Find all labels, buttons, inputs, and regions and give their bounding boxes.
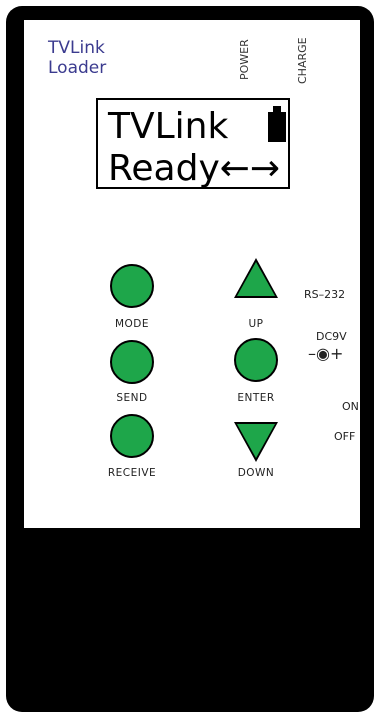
down-label: DOWN [237,467,275,479]
lcd-screen: TVLink Ready←→ [96,98,290,189]
front-panel [24,20,360,528]
brand-line-1: TVLink [48,38,105,58]
mode-label: MODE [114,318,150,330]
up-arrow-icon [237,262,275,296]
lcd-line-2: Ready←→ [108,148,281,189]
brand-logo: TVLink Loader [48,38,106,78]
dc-jack-icon: –◉+ [308,344,344,363]
down-arrow-icon [237,424,275,458]
enter-label: ENTER [237,392,275,404]
lcd-line-1: TVLink [108,106,229,147]
power-switch-off-label[interactable]: OFF [334,430,355,443]
power-indicator-label: POWER [238,39,251,80]
mode-button[interactable] [110,264,154,308]
up-label: UP [248,318,264,330]
dc-power-label: DC9V [316,330,347,343]
rs232-port-label: RS–232 [304,288,346,301]
power-switch-on-label[interactable]: ON [342,400,359,413]
receive-button[interactable] [110,414,154,458]
send-label: SEND [116,392,148,404]
send-button[interactable] [110,340,154,384]
brand-line-2: Loader [48,58,107,78]
battery-icon [268,106,286,142]
charge-indicator-label: CHARGE [296,37,309,84]
enter-button[interactable] [234,338,278,382]
receive-label: RECEIVE [107,467,157,479]
